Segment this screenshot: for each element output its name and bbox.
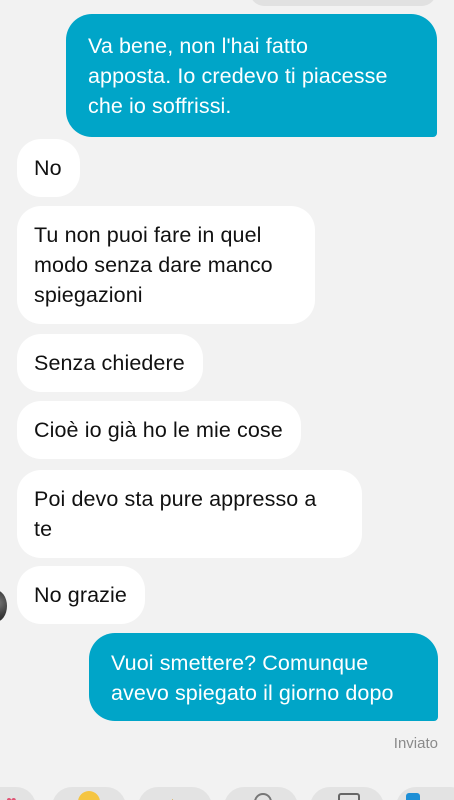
thumbs-up-icon[interactable]: ▴: [138, 787, 212, 800]
message-text: apposta. Io credevo ti piacesse: [88, 64, 388, 88]
received-message[interactable]: No grazie: [17, 566, 145, 624]
gif-icon[interactable]: [310, 787, 384, 800]
received-message[interactable]: Tu non puoi fare in quel modo senza dare…: [17, 206, 315, 324]
message-text: Vuoi smettere? Comunque: [111, 651, 369, 675]
message-text: te: [34, 517, 53, 541]
message-text: Tu non puoi fare in quel: [34, 223, 262, 247]
message-text: modo senza dare manco: [34, 253, 273, 277]
sent-message[interactable]: Va bene, non l'hai fatto apposta. Io cre…: [66, 14, 437, 137]
message-text: avevo spiegato il giorno dopo: [111, 681, 394, 705]
reaction-icon[interactable]: [224, 787, 298, 800]
message-text: Va bene, non l'hai fatto: [88, 34, 309, 58]
message-text: che io soffrissi.: [88, 94, 232, 118]
message-text: spiegazioni: [34, 283, 143, 307]
received-message[interactable]: Senza chiedere: [17, 334, 203, 392]
message-text: Poi devo sta pure appresso a: [34, 487, 317, 511]
message-text: No: [34, 156, 62, 180]
heart-icon[interactable]: ♥: [0, 787, 36, 800]
received-message[interactable]: Cioè io già ho le mie cose: [17, 401, 301, 459]
delivery-status: Inviato: [393, 735, 438, 752]
message-text: Cioè io già ho le mie cose: [34, 418, 283, 442]
previous-message-bubble: [250, 0, 436, 6]
contact-avatar[interactable]: [0, 590, 7, 622]
received-message[interactable]: Poi devo sta pure appresso a te: [17, 470, 362, 558]
received-message[interactable]: No: [17, 139, 80, 197]
message-text: No grazie: [34, 583, 127, 607]
sticker-icon[interactable]: [396, 787, 454, 800]
quick-reaction-bar: ♥ ▴: [0, 781, 454, 800]
chat-thread: Va bene, non l'hai fatto apposta. Io cre…: [0, 0, 454, 800]
sent-message[interactable]: Vuoi smettere? Comunque avevo spiegato i…: [89, 633, 438, 721]
message-text: Senza chiedere: [34, 351, 185, 375]
smile-emoji-icon[interactable]: [52, 787, 126, 800]
